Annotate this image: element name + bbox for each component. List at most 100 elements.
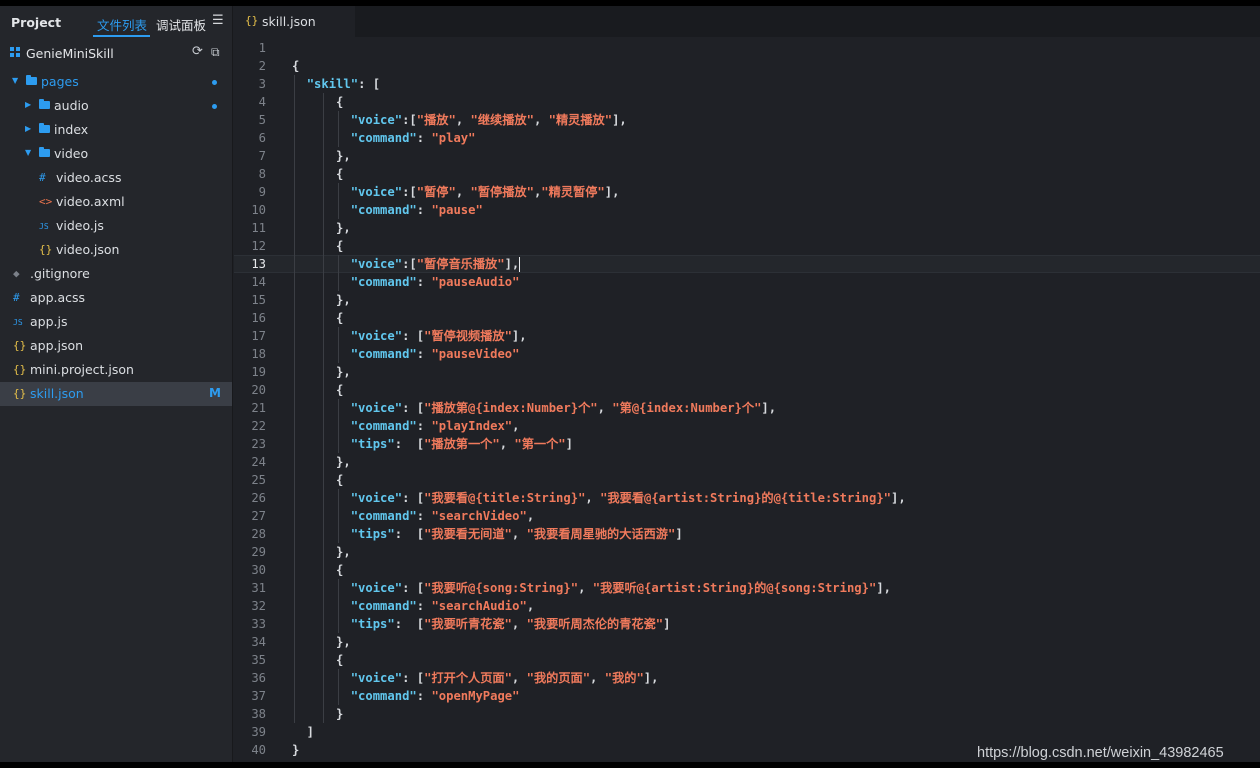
line-number: 21 (251, 401, 266, 415)
code-line[interactable]: 32 "command": "searchAudio", (234, 597, 1260, 615)
code-line[interactable]: 7 }, (234, 147, 1260, 165)
code-area[interactable]: 1 2{3 "skill": [4 {5 "voice":["播放", "继续播放… (234, 39, 1260, 759)
code-text: }, (292, 455, 351, 469)
code-text: "skill": [ (306, 77, 381, 91)
line-number: 37 (251, 689, 266, 703)
line-number: 39 (251, 725, 266, 739)
tree-item-audio[interactable]: ▶ audio (0, 94, 232, 118)
code-line[interactable]: 34 }, (234, 633, 1260, 651)
js-file-icon: JS (13, 318, 23, 327)
code-line[interactable]: 24 }, (234, 453, 1260, 471)
code-line[interactable]: 21 "voice": ["播放第@{index:Number}个", "第@{… (234, 399, 1260, 417)
line-number: 19 (251, 365, 266, 379)
text-cursor (519, 257, 521, 272)
line-number: 15 (251, 293, 266, 307)
code-line[interactable]: 11 }, (234, 219, 1260, 237)
tree-item-app-acss[interactable]: # app.acss (0, 286, 232, 310)
code-line[interactable]: 8 { (234, 165, 1260, 183)
code-line[interactable]: 1 (234, 39, 1260, 57)
code-line[interactable]: 4 { (234, 93, 1260, 111)
code-line[interactable]: 27 "command": "searchVideo", (234, 507, 1260, 525)
project-tab[interactable]: Project (11, 15, 61, 30)
code-line[interactable]: 18 "command": "pauseVideo" (234, 345, 1260, 363)
code-line[interactable]: 22 "command": "playIndex", (234, 417, 1260, 435)
tree-item-mini-project-json[interactable]: {} mini.project.json (0, 358, 232, 382)
tree-item-index[interactable]: ▶ index (0, 118, 232, 142)
tree-item-video-json[interactable]: {} video.json (0, 238, 232, 262)
line-number: 12 (251, 239, 266, 253)
chevron-down-icon[interactable]: ▼ (25, 148, 31, 157)
code-line[interactable]: 9 "voice":["暂停", "暂停播放","精灵暂停"], (234, 183, 1260, 201)
line-number: 28 (251, 527, 266, 541)
tree-item-app-js[interactable]: JS app.js (0, 310, 232, 334)
tree-item-app-json[interactable]: {} app.json (0, 334, 232, 358)
chevron-right-icon[interactable]: ▶ (25, 100, 31, 109)
code-line[interactable]: 25 { (234, 471, 1260, 489)
code-text: "voice": ["打开个人页面", "我的页面", "我的"], (350, 671, 659, 685)
tree-item-video[interactable]: ▼ video (0, 142, 232, 166)
code-line[interactable]: 17 "voice": ["暂停视频播放"], (234, 327, 1260, 345)
code-line[interactable]: 28 "tips": ["我要看无间道", "我要看周星驰的大话西游"] (234, 525, 1260, 543)
tree-item-video-js[interactable]: JS video.js (0, 214, 232, 238)
line-number: 2 (258, 59, 266, 73)
code-line[interactable]: 20 { (234, 381, 1260, 399)
line-number: 7 (258, 149, 266, 163)
line-number: 33 (251, 617, 266, 631)
code-text: "voice": ["暂停视频播放"], (350, 329, 527, 343)
code-editor: {} skill.json 1 2{3 "skill": [4 {5 "voice… (234, 6, 1260, 762)
code-line[interactable]: 39 ] (234, 723, 1260, 741)
tree-item-gitignore[interactable]: ◆ .gitignore (0, 262, 232, 286)
code-line[interactable]: 30 { (234, 561, 1260, 579)
code-line[interactable]: 12 { (234, 237, 1260, 255)
code-line[interactable]: 2{ (234, 57, 1260, 75)
code-line[interactable]: 38 } (234, 705, 1260, 723)
files-tab[interactable]: 文件列表 (97, 15, 147, 34)
code-line[interactable]: 35 { (234, 651, 1260, 669)
chevron-right-icon[interactable]: ▶ (25, 124, 31, 133)
collapse-all-icon[interactable]: ⧉ (211, 45, 220, 60)
line-number: 36 (251, 671, 266, 685)
code-line[interactable]: 37 "command": "openMyPage" (234, 687, 1260, 705)
code-line[interactable]: 31 "voice": ["我要听@{song:String}", "我要听@{… (234, 579, 1260, 597)
json-file-icon: {} (13, 339, 27, 352)
code-line[interactable]: 15 }, (234, 291, 1260, 309)
code-line[interactable]: 19 }, (234, 363, 1260, 381)
tree-item-label: video.axml (56, 194, 125, 209)
code-text: "command": "pauseAudio" (350, 275, 520, 289)
line-number: 34 (251, 635, 266, 649)
tree-item-label: mini.project.json (30, 362, 134, 377)
line-number: 1 (258, 41, 266, 55)
tree-item-video-acss[interactable]: # video.acss (0, 166, 232, 190)
json-file-icon: {} (13, 387, 27, 400)
line-number: 18 (251, 347, 266, 361)
tree-item-label: video (54, 146, 89, 161)
code-text: { (292, 563, 344, 577)
json-file-icon: {} (39, 243, 53, 256)
code-line[interactable]: 36 "voice": ["打开个人页面", "我的页面", "我的"], (234, 669, 1260, 687)
tab-skill-json[interactable]: {} skill.json (234, 6, 355, 37)
tree-item-label: audio (54, 98, 89, 113)
code-line[interactable]: 5 "voice":["播放", "继续播放", "精灵播放"], (234, 111, 1260, 129)
code-line[interactable]: 16 { (234, 309, 1260, 327)
code-line[interactable]: 29 }, (234, 543, 1260, 561)
code-line[interactable]: 3 "skill": [ (234, 75, 1260, 93)
debug-panel-tab[interactable]: 调试面板 (156, 15, 206, 34)
code-line[interactable]: 33 "tips": ["我要听青花瓷", "我要听周杰伦的青花瓷"] (234, 615, 1260, 633)
code-line[interactable]: 6 "command": "play" (234, 129, 1260, 147)
tree-item-pages[interactable]: ▼ pages (0, 70, 232, 94)
code-line[interactable]: 13 "voice":["暂停音乐播放"], (234, 255, 1260, 273)
code-line[interactable]: 26 "voice": ["我要看@{title:String}", "我要看@… (234, 489, 1260, 507)
chevron-down-icon[interactable]: ▼ (12, 76, 18, 85)
code-text: }, (292, 221, 351, 235)
menu-icon[interactable]: ☰ (212, 13, 224, 28)
project-root-row[interactable]: GenieMiniSkill ⟳ ⧉ (0, 38, 232, 70)
tree-item-video-axml[interactable]: <> video.axml (0, 190, 232, 214)
code-text: "command": "playIndex", (350, 419, 520, 433)
tree-item-skill-json[interactable]: {} skill.json M (0, 382, 232, 406)
code-line[interactable]: 23 "tips": ["播放第一个", "第一个"] (234, 435, 1260, 453)
refresh-icon[interactable]: ⟳ (192, 44, 203, 59)
line-number: 29 (251, 545, 266, 559)
code-line[interactable]: 10 "command": "pause" (234, 201, 1260, 219)
code-text: "command": "pauseVideo" (350, 347, 520, 361)
code-line[interactable]: 14 "command": "pauseAudio" (234, 273, 1260, 291)
